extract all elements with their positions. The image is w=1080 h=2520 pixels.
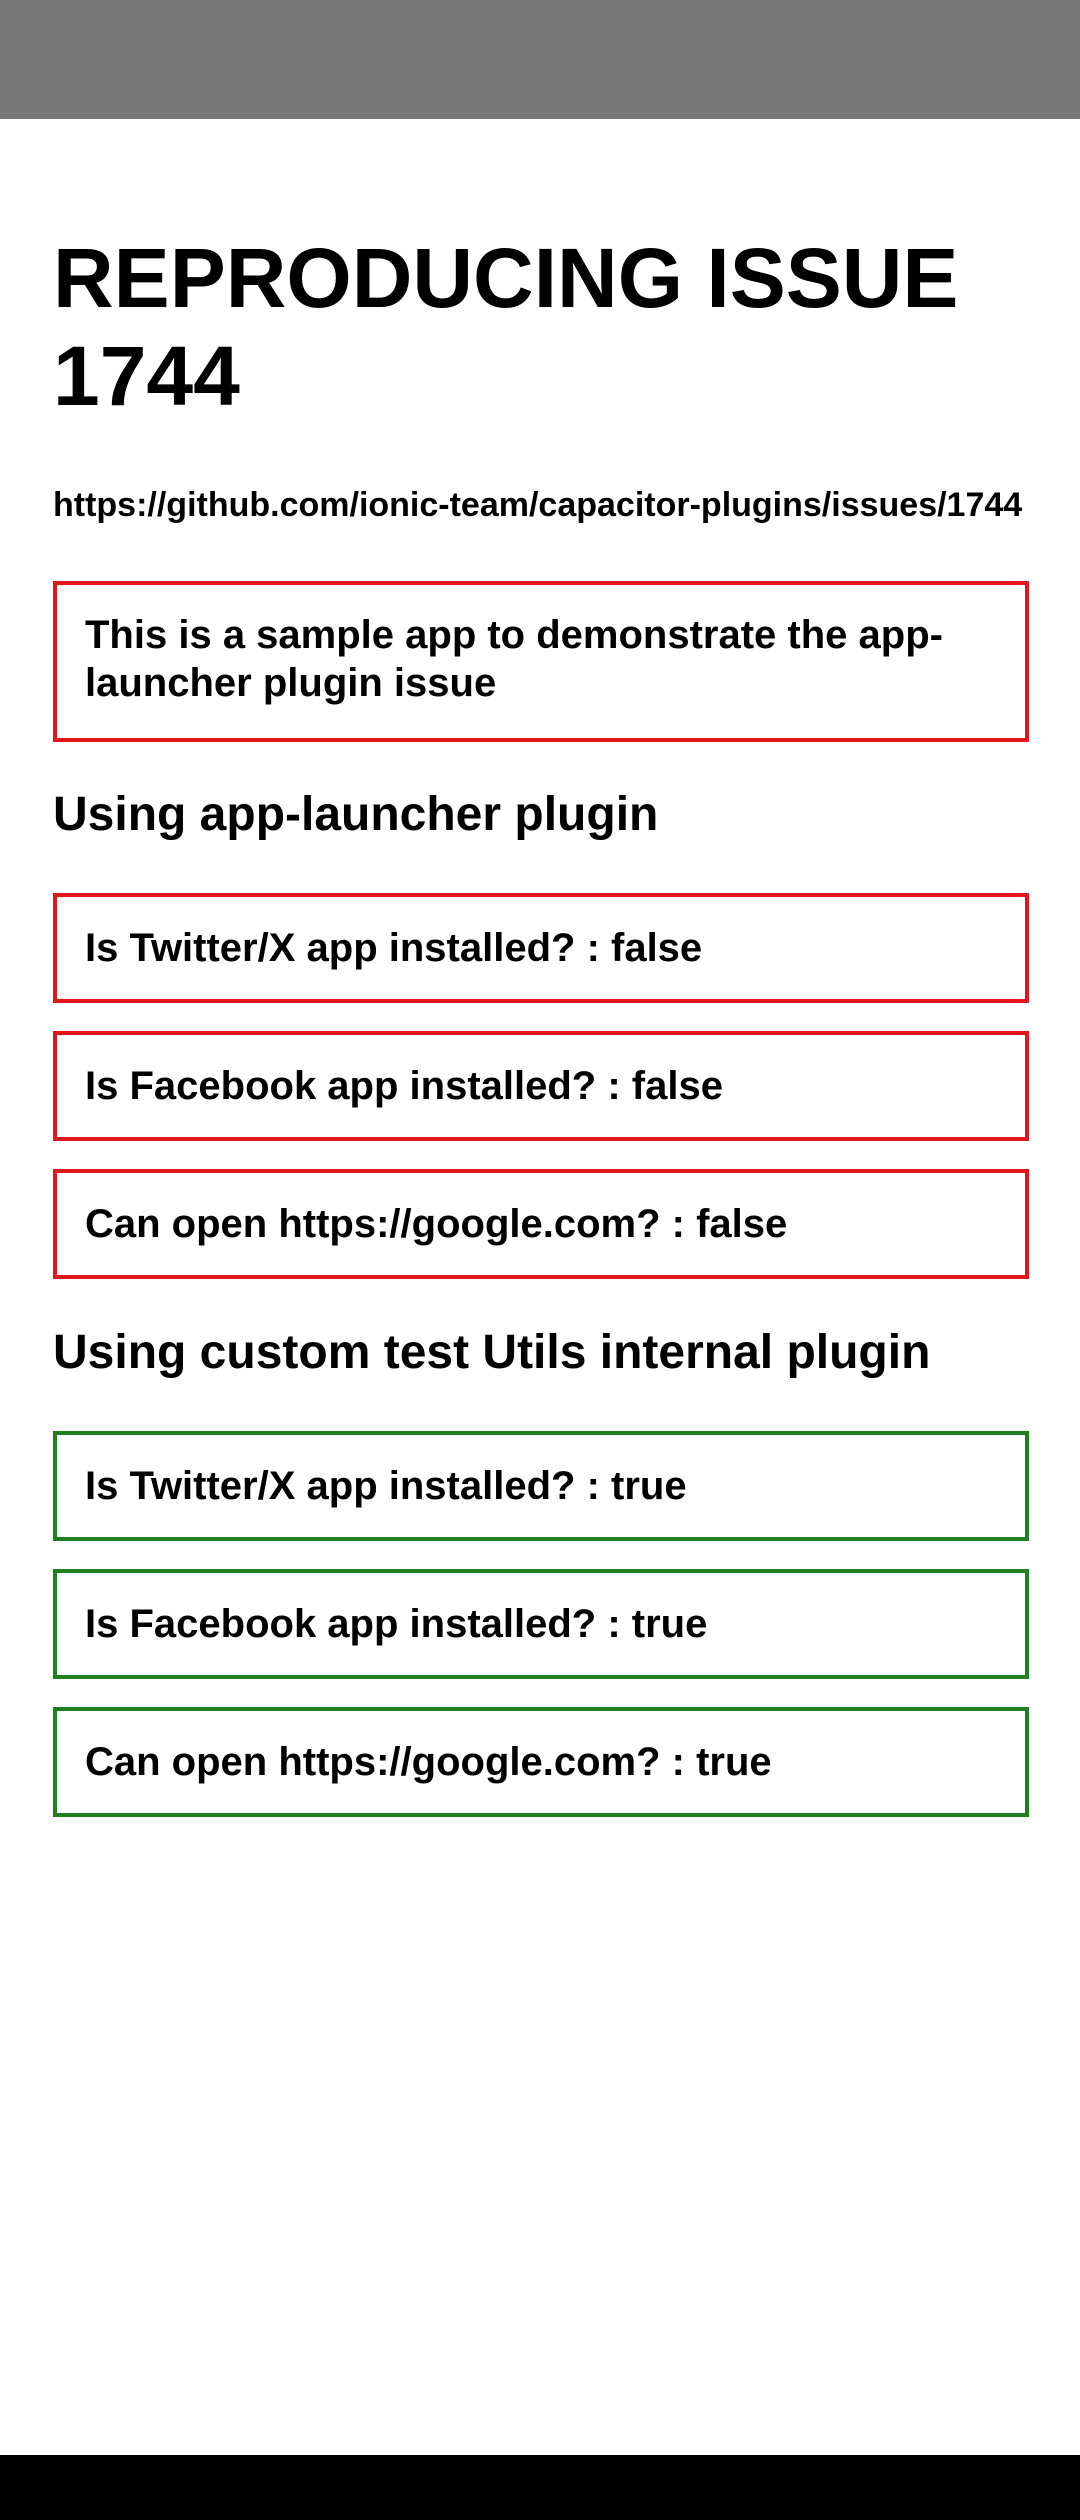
intro-box: This is a sample app to demonstrate the …	[53, 581, 1029, 742]
utils-plugin-results: Is Twitter/X app installed? : true Is Fa…	[53, 1431, 1029, 1817]
twitter-check-result-true: Is Twitter/X app installed? : true	[53, 1431, 1029, 1541]
issue-link[interactable]: https://github.com/ionic-team/capacitor-…	[53, 485, 1029, 525]
utils-plugin-heading: Using custom test Utils internal plugin	[53, 1326, 931, 1379]
app-launcher-results: Is Twitter/X app installed? : false Is F…	[53, 893, 1029, 1279]
facebook-check-result-false: Is Facebook app installed? : false	[53, 1031, 1029, 1141]
page-title: REPRODUCING ISSUE 1744	[53, 231, 959, 423]
main-content: REPRODUCING ISSUE 1744 https://github.co…	[53, 119, 1029, 1845]
facebook-check-result-true: Is Facebook app installed? : true	[53, 1569, 1029, 1679]
twitter-check-result-false: Is Twitter/X app installed? : false	[53, 893, 1029, 1003]
google-open-check-result-true: Can open https://google.com? : true	[53, 1707, 1029, 1817]
google-open-check-result-false: Can open https://google.com? : false	[53, 1169, 1029, 1279]
app-launcher-section: Using app-launcher plugin Is Twitter/X a…	[53, 787, 1029, 1279]
navigation-bar	[0, 2455, 1080, 2520]
app-launcher-heading: Using app-launcher plugin	[53, 788, 659, 841]
status-bar	[0, 0, 1080, 119]
utils-plugin-section: Using custom test Utils internal plugin …	[53, 1325, 1029, 1817]
